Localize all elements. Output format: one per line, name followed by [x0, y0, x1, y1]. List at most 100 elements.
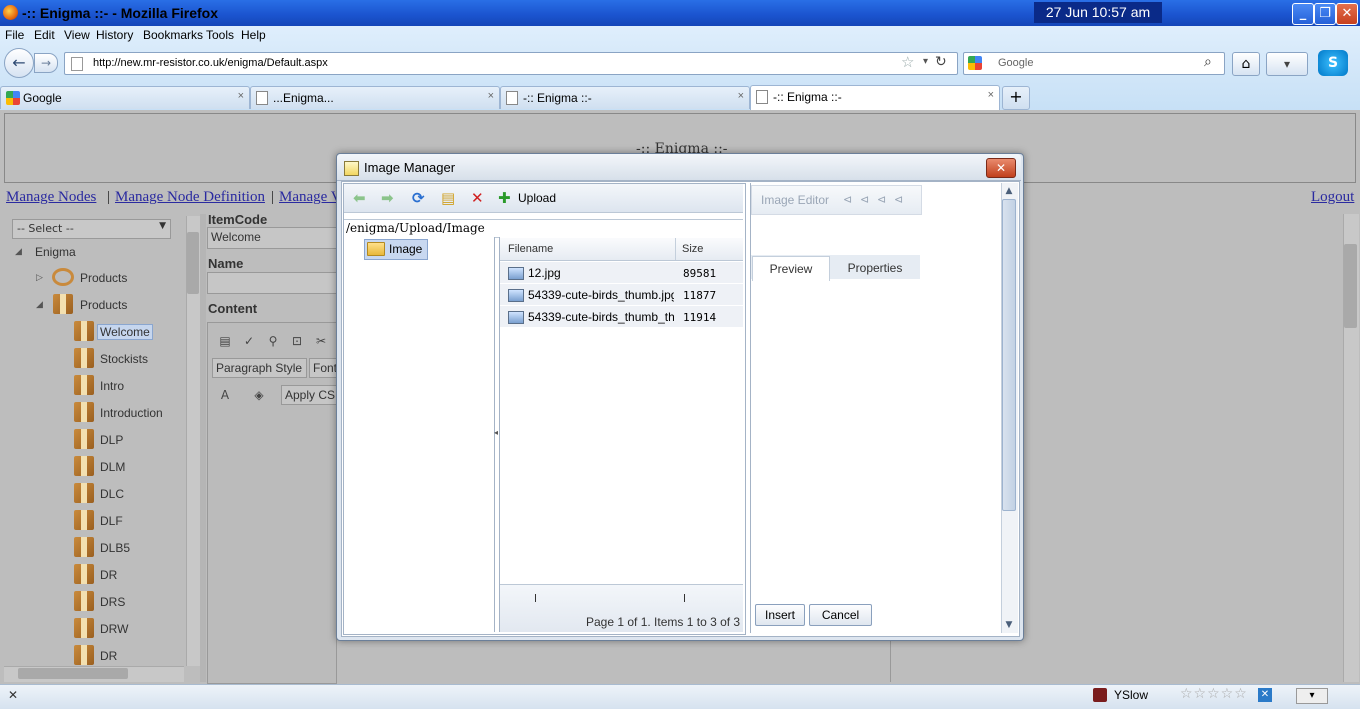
- rotate-icon[interactable]: ⊲: [877, 193, 886, 206]
- column-header-filename[interactable]: Filename: [508, 243, 553, 255]
- menu-edit[interactable]: Edit: [34, 28, 55, 42]
- pager-slider-tick[interactable]: [535, 594, 536, 602]
- path-text[interactable]: /enigma/Upload/Image: [346, 221, 485, 235]
- bookmark-star-icon[interactable]: ☆: [901, 53, 914, 71]
- highlight-icon[interactable]: ◈: [250, 386, 268, 404]
- tree-item[interactable]: DLF: [100, 514, 123, 528]
- addon-button[interactable]: ▾: [1266, 52, 1308, 76]
- logout-link[interactable]: Logout: [1311, 189, 1354, 206]
- reload-icon[interactable]: ↻: [935, 54, 947, 70]
- tree-expand-icon[interactable]: ◢: [36, 300, 43, 310]
- upload-icon[interactable]: ✚: [498, 189, 511, 207]
- tree-hscroll-thumb[interactable]: [18, 668, 128, 679]
- tab-google[interactable]: Google ×: [0, 86, 250, 109]
- scroll-up-icon[interactable]: ▲: [1002, 184, 1016, 198]
- menu-view[interactable]: View: [64, 28, 90, 42]
- dialog-scroll-thumb[interactable]: [1002, 199, 1016, 511]
- tab-enigma-2[interactable]: -:: Enigma ::- ×: [500, 86, 750, 109]
- tree-item[interactable]: Intro: [100, 379, 124, 393]
- window-close-button[interactable]: ✕: [1336, 3, 1358, 25]
- new-tab-button[interactable]: +: [1002, 86, 1030, 110]
- file-name[interactable]: 12.jpg: [528, 266, 674, 280]
- paragraph-style-select[interactable]: Paragraph Style: [212, 358, 307, 378]
- yslow-icon[interactable]: [1093, 688, 1107, 702]
- url-bar[interactable]: http://new.mr-resistor.co.uk/enigma/Defa…: [64, 52, 958, 75]
- tree-item[interactable]: DLC: [100, 487, 124, 501]
- tab-close-icon[interactable]: ×: [738, 90, 744, 102]
- nav-manage-nodes[interactable]: Manage Nodes: [6, 189, 96, 206]
- tree-item[interactable]: DRW: [100, 622, 128, 636]
- tab-close-icon[interactable]: ×: [488, 90, 494, 102]
- tree-item[interactable]: DLM: [100, 460, 125, 474]
- scroll-down-icon[interactable]: ▼: [1002, 618, 1016, 632]
- menu-bookmarks[interactable]: Bookmarks: [143, 28, 203, 42]
- name-input[interactable]: [207, 272, 337, 294]
- tree-item-selected[interactable]: Welcome: [97, 324, 153, 340]
- yslow-label[interactable]: YSlow: [1114, 688, 1148, 702]
- tree-root-enigma[interactable]: Enigma: [35, 245, 76, 259]
- minimize-button[interactable]: _: [1292, 3, 1314, 25]
- xmarks-icon[interactable]: ✕: [1258, 688, 1272, 702]
- tab-enigma-1[interactable]: ...Enigma... ×: [250, 86, 500, 109]
- new-folder-icon[interactable]: ▤: [441, 189, 455, 207]
- cancel-button[interactable]: Cancel: [809, 604, 872, 626]
- file-name[interactable]: 54339-cute-birds_thumb_th: [528, 310, 674, 324]
- back-button[interactable]: ←: [4, 48, 34, 78]
- skype-icon[interactable]: S: [1318, 50, 1348, 76]
- insert-button[interactable]: Insert: [755, 604, 805, 626]
- menu-history[interactable]: History: [96, 28, 133, 42]
- search-input[interactable]: Google: [998, 57, 1033, 69]
- delete-icon[interactable]: ✕: [471, 189, 484, 207]
- google-icon[interactable]: [968, 56, 982, 70]
- find-icon[interactable]: ⚲: [264, 332, 282, 350]
- tree-scroll-thumb[interactable]: [187, 232, 199, 294]
- tree-collapsed-icon[interactable]: ▷: [36, 273, 43, 283]
- column-divider[interactable]: [675, 238, 676, 260]
- font-color-icon[interactable]: A: [216, 386, 234, 404]
- nav-manage-v[interactable]: Manage V: [279, 189, 342, 206]
- url-text[interactable]: http://new.mr-resistor.co.uk/enigma/Defa…: [93, 57, 328, 69]
- search-bar[interactable]: Google ⌕: [963, 52, 1225, 75]
- maximize-button[interactable]: ❐: [1314, 3, 1336, 25]
- tree-item[interactable]: Products: [80, 271, 127, 285]
- tree-item[interactable]: DLB5: [100, 541, 130, 555]
- forward-button[interactable]: →: [34, 53, 58, 73]
- tab-enigma-active[interactable]: -:: Enigma ::- ×: [750, 85, 1000, 110]
- tab-preview[interactable]: Preview: [752, 256, 830, 281]
- rotate-icon[interactable]: ⊲: [894, 193, 903, 206]
- home-button[interactable]: ⌂: [1232, 52, 1260, 76]
- tree-item[interactable]: Introduction: [100, 406, 163, 420]
- rotate-icon[interactable]: ⊲: [843, 193, 852, 206]
- nav-manage-node-definition[interactable]: Manage Node Definition: [115, 189, 265, 206]
- image-editor-button[interactable]: Image Editor: [761, 193, 829, 207]
- tab-close-icon[interactable]: ×: [238, 90, 244, 102]
- tree-item[interactable]: DRS: [100, 595, 125, 609]
- dialog-close-button[interactable]: ✕: [986, 158, 1016, 178]
- cut-icon[interactable]: ✂: [312, 332, 330, 350]
- itemcode-input[interactable]: Welcome: [207, 227, 337, 249]
- rating-stars[interactable]: ☆☆☆☆☆: [1180, 686, 1248, 702]
- upload-button[interactable]: Upload: [518, 191, 556, 205]
- page-scroll-thumb[interactable]: [1344, 244, 1357, 328]
- apply-css-select[interactable]: Apply CS: [281, 385, 338, 405]
- column-header-size[interactable]: Size: [682, 243, 703, 255]
- url-dropdown-icon[interactable]: ▾: [923, 56, 928, 67]
- tree-item[interactable]: Products: [80, 298, 127, 312]
- select-all-icon[interactable]: ⊡: [288, 332, 306, 350]
- tab-properties[interactable]: Properties: [830, 256, 920, 280]
- menu-tools[interactable]: Tools: [206, 28, 234, 42]
- file-name[interactable]: 54339-cute-birds_thumb.jpg: [528, 288, 674, 302]
- tree-item[interactable]: DR: [100, 568, 117, 582]
- collapse-handle-icon[interactable]: ◂: [494, 428, 498, 437]
- refresh-icon[interactable]: ⟳: [412, 189, 425, 207]
- spellcheck-icon[interactable]: ✓: [240, 332, 258, 350]
- tree-item[interactable]: DLP: [100, 433, 123, 447]
- menu-help[interactable]: Help: [241, 28, 266, 42]
- folder-label[interactable]: Image: [389, 242, 422, 256]
- print-icon[interactable]: ▤: [216, 332, 234, 350]
- tree-expand-icon[interactable]: ◢: [15, 247, 22, 257]
- tree-item[interactable]: Stockists: [100, 352, 148, 366]
- rotate-icon[interactable]: ⊲: [860, 193, 869, 206]
- back-icon[interactable]: ⬅: [353, 189, 366, 207]
- node-select-dropdown[interactable]: -- Select -- ▼: [12, 219, 171, 239]
